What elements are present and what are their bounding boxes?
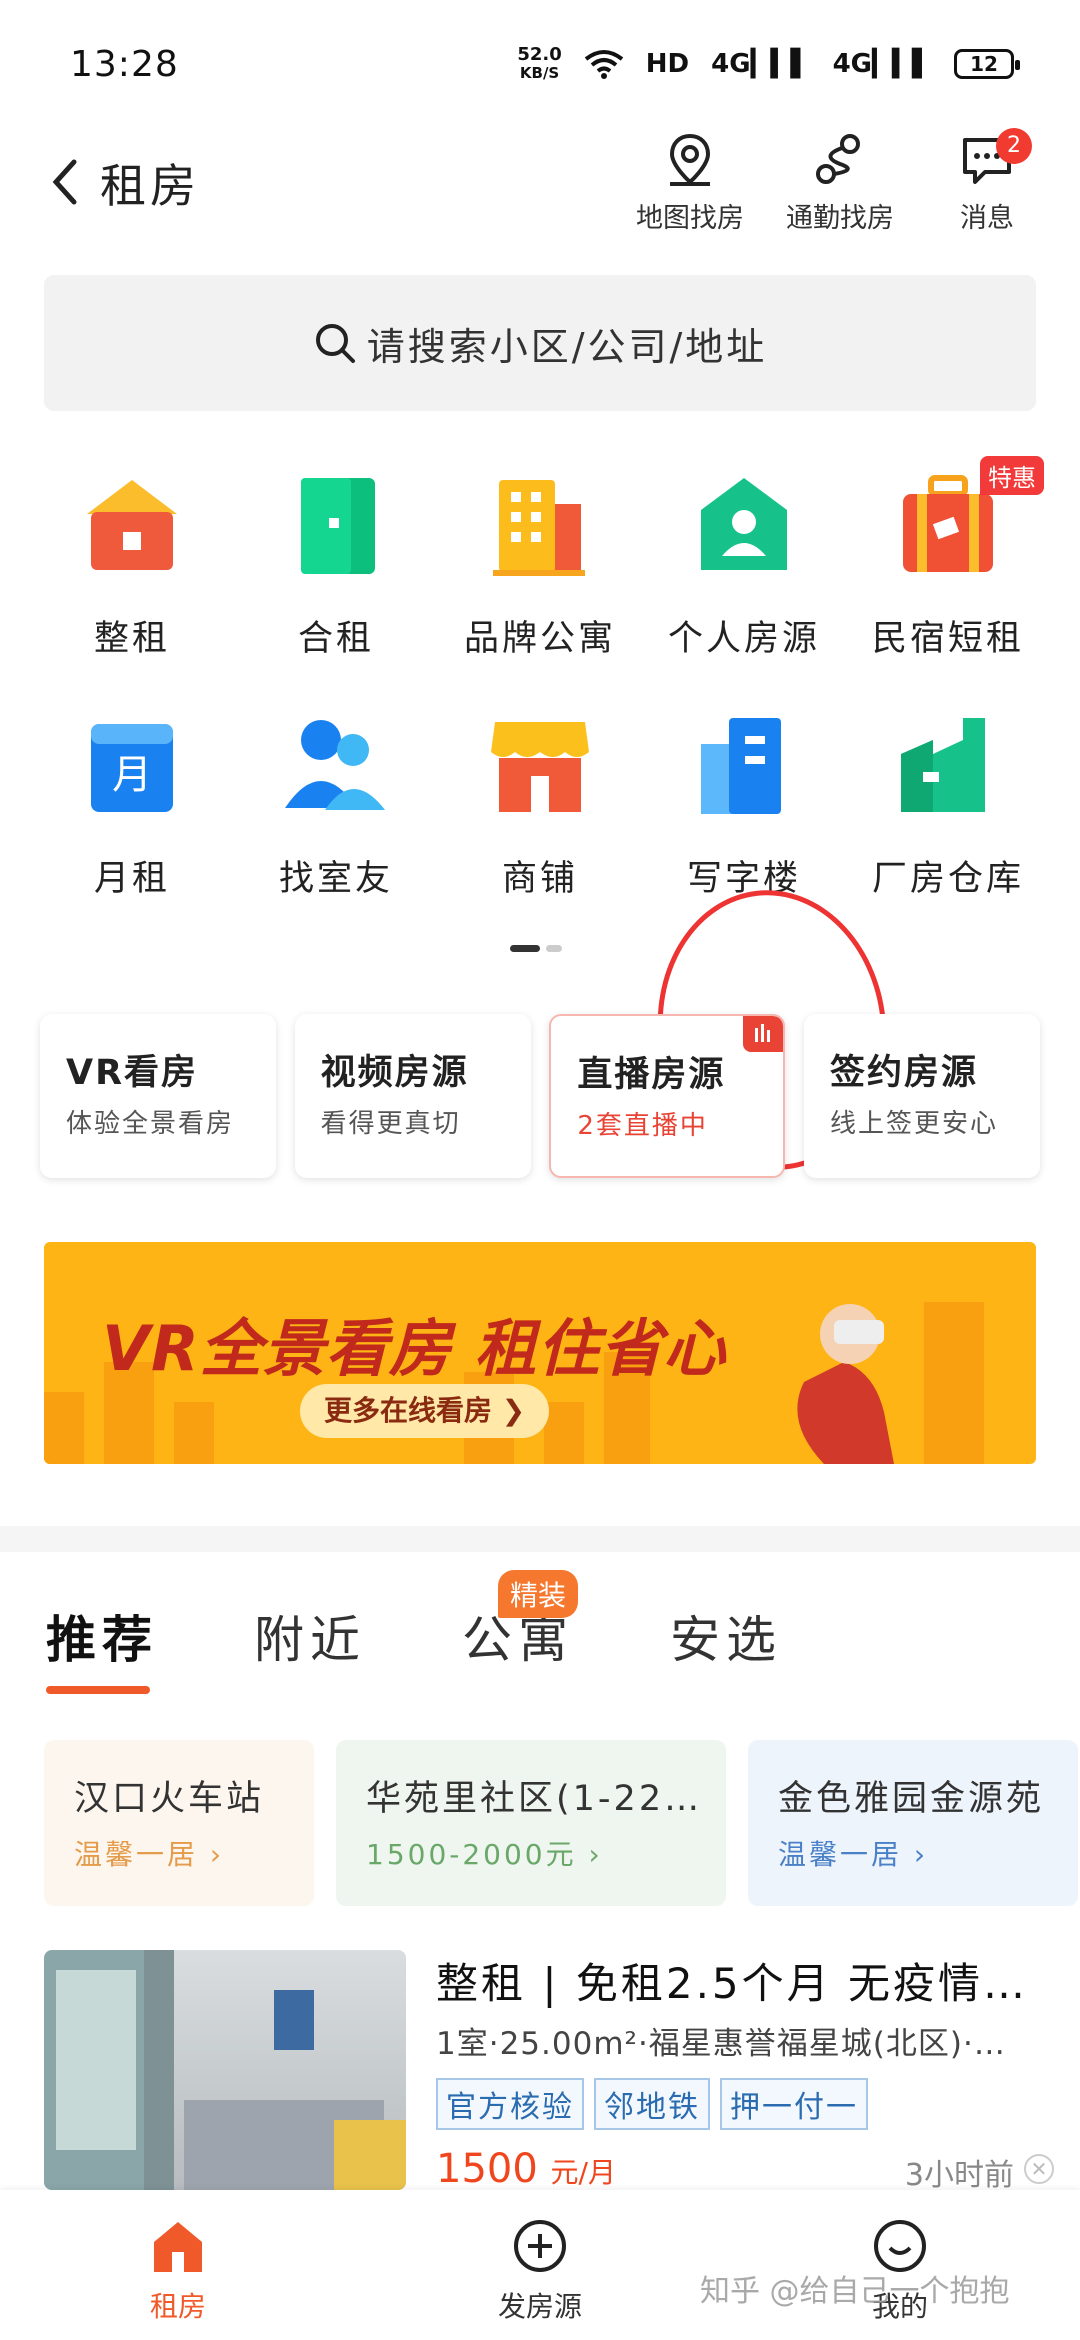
tab-nearby[interactable]: 附近 — [254, 1600, 366, 1672]
category-grid: 整租 合租 品牌公寓 个人房源 特惠 民宿短租 月 月租 找室友 商铺 写字楼 … — [30, 456, 1050, 1182]
listing-subtitle: 1室·25.00m²·福星惠誉福星城(北区)·… — [436, 2026, 1006, 2062]
category-factory[interactable]: 厂房仓库 — [846, 710, 1050, 950]
listing-title: 整租 | 免租2.5个月 无疫情… — [436, 1959, 1028, 2008]
tag-deposit: 押一付一 — [720, 2078, 868, 2130]
tag-verified: 官方核验 — [436, 2078, 584, 2130]
special-offer-badge: 特惠 — [980, 456, 1044, 495]
top-header: 租房 地图找房 通勤找房 消息 2 — [0, 120, 1080, 250]
nav-rent[interactable]: 租房 — [78, 2218, 278, 2325]
message-count-badge: 2 — [996, 128, 1032, 164]
dismiss-icon[interactable]: ✕ — [1024, 2154, 1054, 2184]
commute-search-label: 通勤找房 — [786, 203, 894, 234]
status-icons: 52.0 KB/S HD 4G▎▍▌ 4G▎▍▌ 12 — [517, 44, 1020, 83]
signal-icon: 4G▎▍▌ — [711, 49, 811, 79]
listing-photo — [44, 1950, 406, 2190]
vr-viewing-card[interactable]: VR看房 体验全景看房 — [40, 1014, 276, 1178]
vr-promo-banner[interactable]: VR全景看房 租住省心 更多在线看房 ❯ — [44, 1242, 1036, 1464]
status-bar: 13:28 52.0 KB/S HD 4G▎▍▌ 4G▎▍▌ 12 — [0, 0, 1080, 130]
bottom-navigation: 租房 发房源 我的 — [0, 2190, 1080, 2340]
category-monthly[interactable]: 月 月租 — [30, 710, 234, 950]
listing-tags: 官方核验 邻地铁 押一付一 — [436, 2078, 868, 2130]
route-icon — [816, 134, 860, 184]
messages-label: 消息 — [960, 203, 1014, 234]
decorated-badge: 精装 — [498, 1570, 579, 1618]
search-bar[interactable]: 请搜索小区/公司/地址 — [44, 275, 1036, 411]
page-indicator — [510, 945, 562, 952]
page-title: 租房 — [100, 159, 200, 213]
back-arrow-icon[interactable] — [42, 152, 90, 212]
live-listing-card[interactable]: 直播房源 2套直播中 — [549, 1014, 786, 1178]
chip-huayuanli[interactable]: 华苑里社区(1-22… 1500-2000元 › — [336, 1740, 726, 1906]
listing-price: 1500 元/月 — [436, 2146, 616, 2192]
status-time: 13:28 — [70, 44, 179, 85]
chevron-right-icon: ❯ — [501, 1394, 526, 1427]
messages-button[interactable]: 消息 2 — [922, 128, 1052, 235]
hd-indicator: HD — [645, 49, 690, 79]
tab-safe-pick[interactable]: 安选 — [670, 1600, 782, 1672]
map-pin-icon — [669, 133, 711, 186]
roommate-icon — [285, 720, 385, 810]
factory-icon — [901, 718, 985, 812]
battery-icon: 12 — [954, 49, 1020, 79]
video-listing-card[interactable]: 视频房源 看得更真切 — [294, 1014, 531, 1178]
chip-jinse-yayuan[interactable]: 金色雅园金源苑 温馨一居 › — [748, 1740, 1078, 1906]
section-divider — [0, 1526, 1080, 1552]
active-tab-indicator — [46, 1686, 150, 1694]
zhihu-watermark: 知乎 @给自己一个抱抱 — [700, 2274, 1010, 2309]
office-icon — [701, 718, 781, 814]
home-icon — [154, 2222, 202, 2272]
map-search-label: 地图找房 — [636, 203, 744, 234]
commute-search-button[interactable]: 通勤找房 — [775, 130, 905, 235]
nav-post-listing[interactable]: 发房源 — [440, 2218, 640, 2325]
chip-hankou-station[interactable]: 汉口火车站 温馨一居 › — [44, 1740, 314, 1906]
banner-headline: VR全景看房 租住省心 — [102, 1312, 727, 1385]
building-icon — [493, 480, 585, 576]
search-placeholder: 请搜索小区/公司/地址 — [366, 324, 768, 369]
shop-icon — [491, 722, 589, 812]
category-homestay[interactable]: 特惠 民宿短租 — [846, 456, 1050, 710]
category-shared-rent[interactable]: 合租 — [234, 470, 438, 710]
map-search-button[interactable]: 地图找房 — [625, 130, 755, 235]
svg-text:月: 月 — [112, 752, 152, 798]
category-shop[interactable]: 商铺 — [438, 710, 642, 950]
listing-tabs: 推荐 附近 公寓 安选 — [46, 1600, 782, 1672]
listing-card[interactable]: 整租 | 免租2.5个月 无疫情… 1室·25.00m²·福星惠誉福星城(北区)… — [44, 1950, 1054, 2193]
person-house-icon — [701, 478, 787, 570]
banner-more-button[interactable]: 更多在线看房 ❯ — [300, 1384, 550, 1438]
listing-time-ago: 3小时前 — [904, 2158, 1014, 2193]
signing-listing-card[interactable]: 签约房源 线上签更安心 — [803, 1014, 1040, 1178]
house-icon — [87, 480, 177, 570]
category-brand-apartment[interactable]: 品牌公寓 — [438, 470, 642, 710]
tab-recommended[interactable]: 推荐 — [46, 1600, 158, 1672]
calendar-icon: 月 — [91, 724, 173, 812]
quick-filter-chips: 汉口火车站 温馨一居 › 华苑里社区(1-22… 1500-2000元 › 金色… — [44, 1740, 1078, 1906]
signal-icon-2: 4G▎▍▌ — [832, 49, 932, 79]
category-roommate[interactable]: 找室友 — [234, 710, 438, 950]
category-whole-rent[interactable]: 整租 — [30, 470, 234, 710]
wifi-icon — [584, 50, 624, 79]
live-bars-icon — [743, 1016, 784, 1052]
tag-near-subway: 邻地铁 — [594, 2078, 710, 2130]
plus-circle-icon — [514, 2220, 566, 2272]
feature-cards: VR看房 体验全景看房 视频房源 看得更真切 直播房源 2套直播中 签约房源 线… — [40, 1014, 1040, 1178]
category-personal-listing[interactable]: 个人房源 — [642, 470, 846, 710]
network-speed: 52.0 KB/S — [517, 44, 562, 83]
door-icon — [301, 478, 375, 574]
search-icon — [315, 324, 355, 363]
